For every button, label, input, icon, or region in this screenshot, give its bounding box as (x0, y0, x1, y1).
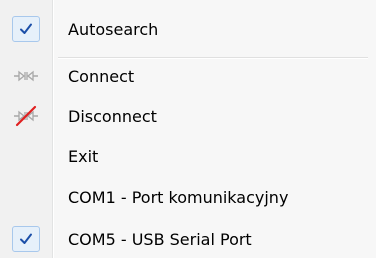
menu-item-label: Disconnect (68, 106, 157, 126)
menu-item-label: Connect (68, 66, 135, 86)
menu-item-label: Autosearch (68, 19, 159, 39)
menu-item-com1[interactable]: COM1 - Port komunikacyjny (0, 183, 376, 211)
menu-item-autosearch[interactable]: Autosearch (0, 14, 376, 44)
menu-item-com5[interactable]: COM5 - USB Serial Port (0, 224, 376, 254)
menu-item-disconnect[interactable]: Disconnect (0, 102, 376, 130)
connect-plug-icon (14, 70, 38, 82)
menu-item-label: COM1 - Port komunikacyjny (68, 187, 289, 207)
menu-item-connect[interactable]: Connect (0, 62, 376, 90)
check-icon (12, 16, 40, 42)
disconnect-plug-icon (14, 105, 38, 127)
menu-item-exit[interactable]: Exit (0, 142, 376, 170)
context-menu: Autosearch Connect Disconnect Exit COM1 … (0, 0, 376, 258)
menu-item-label: Exit (68, 146, 99, 166)
menu-item-label: COM5 - USB Serial Port (68, 229, 252, 249)
menu-separator (58, 57, 368, 58)
check-icon (12, 226, 40, 252)
